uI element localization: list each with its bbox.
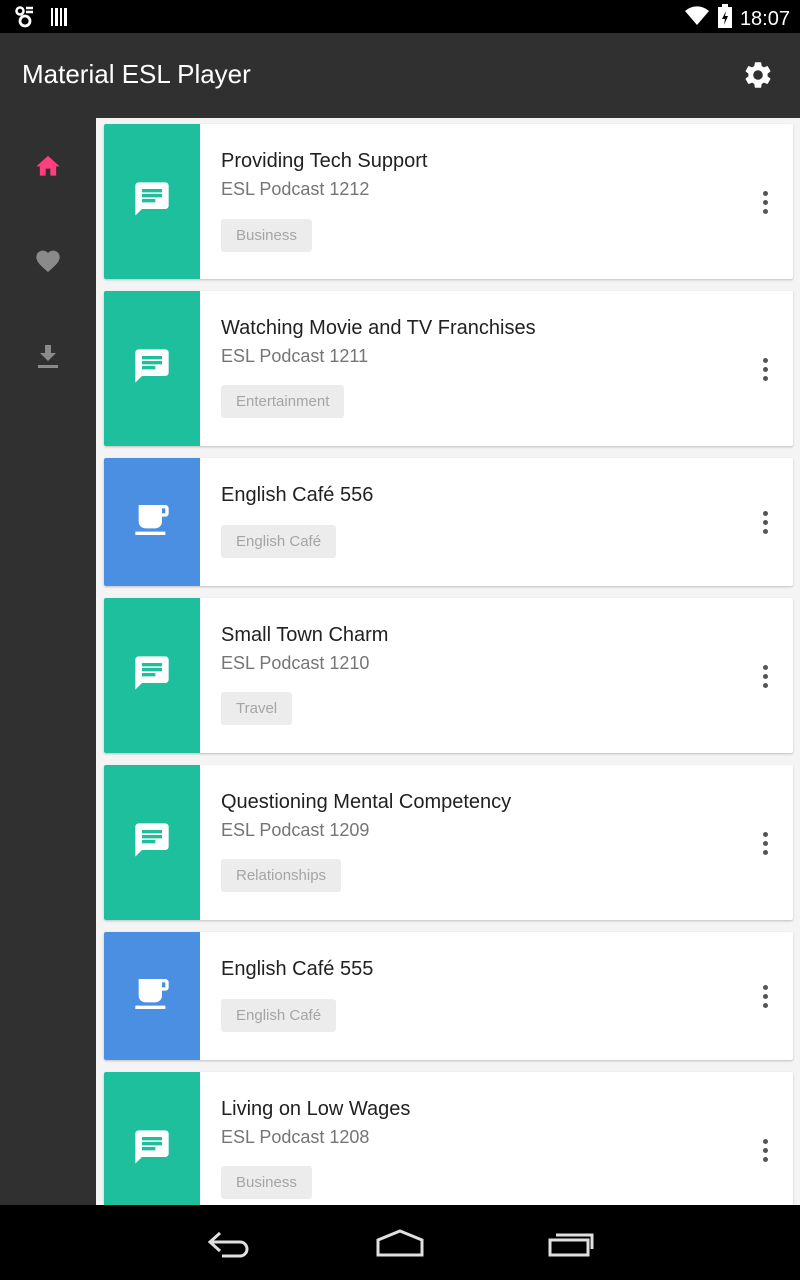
- recents-icon[interactable]: [546, 1225, 596, 1261]
- episode-thumbnail: [104, 932, 200, 1060]
- notification-app-icon: [14, 6, 36, 33]
- more-options-icon[interactable]: [753, 187, 777, 217]
- more-options-icon[interactable]: [753, 981, 777, 1011]
- home-icon: [34, 152, 62, 181]
- list-item[interactable]: English Café 555 English Café: [104, 932, 793, 1060]
- episode-thumbnail: [104, 1072, 200, 1205]
- category-chip[interactable]: Business: [221, 219, 312, 252]
- episode-title: Questioning Mental Competency: [221, 791, 512, 813]
- list-item[interactable]: English Café 556 English Café: [104, 458, 793, 586]
- heart-icon: [34, 247, 62, 278]
- category-chip[interactable]: Travel: [221, 692, 293, 725]
- episode-thumbnail: [104, 291, 200, 446]
- wifi-icon: [684, 5, 710, 32]
- list-item[interactable]: Providing Tech Support ESL Podcast 1212 …: [104, 124, 793, 279]
- episode-subtitle: ESL Podcast 1209: [221, 820, 370, 840]
- clock-time: 18:07: [739, 7, 790, 30]
- category-chip[interactable]: English Café: [221, 525, 337, 558]
- coffee-cup-icon: [132, 500, 172, 545]
- battery-icon: [717, 4, 732, 33]
- episode-list[interactable]: Providing Tech Support ESL Podcast 1212 …: [96, 118, 800, 1205]
- episode-title: English Café 556: [221, 484, 374, 506]
- episode-title: Small Town Charm: [221, 624, 389, 646]
- chat-bubble-icon: [132, 1127, 172, 1172]
- episode-thumbnail: [104, 458, 200, 586]
- episode-title: Providing Tech Support: [221, 150, 428, 172]
- category-chip[interactable]: Relationships: [221, 859, 342, 892]
- app-title: Material ESL Player: [22, 59, 251, 89]
- coffee-cup-icon: [132, 974, 172, 1019]
- rail-item-downloads[interactable]: [28, 338, 68, 378]
- more-options-icon[interactable]: [753, 354, 777, 384]
- chat-bubble-icon: [132, 820, 172, 865]
- episode-subtitle: ESL Podcast 1208: [221, 1127, 370, 1147]
- list-item[interactable]: Watching Movie and TV Franchises ESL Pod…: [104, 291, 793, 446]
- episode-thumbnail: [104, 124, 200, 279]
- system-nav-bar: [0, 1205, 800, 1280]
- more-options-icon[interactable]: [753, 1135, 777, 1165]
- navigation-rail: [0, 118, 96, 1205]
- episode-title: English Café 555: [221, 958, 374, 980]
- app-bar: Material ESL Player: [0, 33, 800, 118]
- home-outline-icon[interactable]: [375, 1225, 425, 1261]
- chat-bubble-icon: [132, 346, 172, 391]
- status-bar: 18:07: [0, 0, 800, 33]
- list-item[interactable]: Small Town Charm ESL Podcast 1210 Travel: [104, 598, 793, 753]
- list-item[interactable]: Questioning Mental Competency ESL Podcas…: [104, 765, 793, 920]
- episode-subtitle: ESL Podcast 1210: [221, 653, 370, 673]
- list-item[interactable]: Living on Low Wages ESL Podcast 1208 Bus…: [104, 1072, 793, 1205]
- category-chip[interactable]: Entertainment: [221, 385, 345, 418]
- back-icon[interactable]: [205, 1225, 255, 1261]
- episode-subtitle: ESL Podcast 1211: [221, 346, 369, 366]
- episode-title: Watching Movie and TV Franchises: [221, 317, 536, 339]
- episode-subtitle: ESL Podcast 1212: [221, 179, 370, 199]
- gear-icon[interactable]: [742, 59, 774, 91]
- more-options-icon[interactable]: [753, 507, 777, 537]
- barcode-icon: [50, 7, 68, 32]
- rail-item-home[interactable]: [28, 146, 68, 186]
- download-icon: [36, 343, 60, 374]
- category-chip[interactable]: Business: [221, 1166, 312, 1199]
- episode-title: Living on Low Wages: [221, 1098, 411, 1120]
- more-options-icon[interactable]: [753, 828, 777, 858]
- episode-thumbnail: [104, 598, 200, 753]
- category-chip[interactable]: English Café: [221, 999, 337, 1032]
- chat-bubble-icon: [132, 179, 172, 224]
- rail-item-favorites[interactable]: [28, 242, 68, 282]
- more-options-icon[interactable]: [753, 661, 777, 691]
- chat-bubble-icon: [132, 653, 172, 698]
- screen: 18:07 Material ESL Player Providing Tech…: [0, 0, 800, 1280]
- episode-thumbnail: [104, 765, 200, 920]
